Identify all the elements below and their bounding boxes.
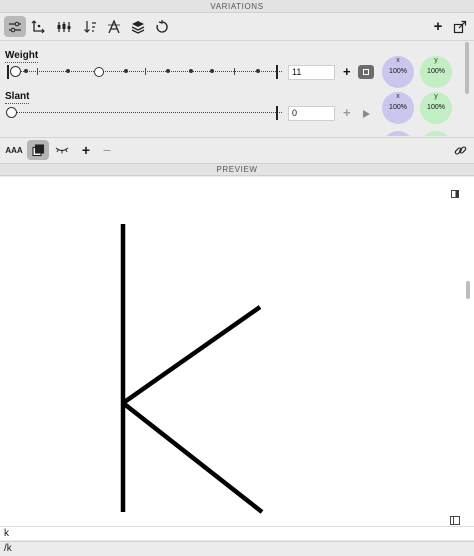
- slider-min-tick: [7, 65, 9, 79]
- link-icon[interactable]: [450, 140, 470, 160]
- add-button[interactable]: +: [78, 140, 94, 160]
- preview-title: PREVIEW: [0, 163, 474, 176]
- export-icon[interactable]: [449, 16, 471, 37]
- variations-scrollbar[interactable]: [465, 42, 469, 136]
- masters-icon[interactable]: [53, 16, 75, 37]
- weight-x-percent[interactable]: x 100%: [382, 56, 414, 88]
- preview-scrollbar[interactable]: [466, 281, 470, 299]
- instance-dot: [166, 69, 170, 73]
- glyph-preview: [120, 224, 264, 514]
- sidebar-toggle-icon[interactable]: [450, 512, 460, 526]
- third-axis-y-circle[interactable]: [420, 131, 452, 136]
- third-axis-x-circle[interactable]: [382, 131, 414, 136]
- instance-dot: [210, 69, 214, 73]
- slider-max-tick: [276, 65, 278, 79]
- play-icon[interactable]: [363, 110, 370, 118]
- add-button[interactable]: +: [427, 16, 449, 37]
- slider-knob[interactable]: [10, 66, 21, 77]
- y-axis-label: y: [434, 93, 438, 100]
- slant-value-input[interactable]: 0: [288, 106, 335, 121]
- instance-dot: [94, 67, 104, 77]
- axes-icon[interactable]: [27, 16, 49, 37]
- top-toolbar: +: [0, 13, 474, 41]
- x-axis-label: x: [396, 93, 400, 100]
- sort-icon[interactable]: [79, 16, 101, 37]
- y-axis-label: y: [434, 57, 438, 64]
- remove-button[interactable]: −: [99, 140, 115, 160]
- layers-icon[interactable]: [127, 16, 149, 37]
- weight-value-input[interactable]: 11: [288, 65, 335, 80]
- slider-knob[interactable]: [6, 107, 17, 118]
- variations-bottom-toolbar: AAA + −: [0, 137, 474, 161]
- glyph-name-input[interactable]: /k: [0, 541, 474, 556]
- window-title: VARIATIONS: [0, 0, 474, 13]
- stop-icon: [363, 69, 369, 75]
- overlay-icon[interactable]: [27, 140, 49, 160]
- x-axis-label: x: [396, 57, 400, 64]
- slant-slider[interactable]: [6, 106, 286, 120]
- master-tick: [234, 68, 235, 75]
- sliders-icon[interactable]: [4, 16, 26, 37]
- instance-dot: [189, 69, 193, 73]
- slant-x-percent[interactable]: x 100%: [382, 92, 414, 124]
- slider-max-tick: [276, 106, 278, 120]
- variations-panel: Weight 11 + x 100% y 100% Slant 0 + x 10…: [0, 42, 474, 136]
- text-size-button[interactable]: AAA: [4, 140, 24, 160]
- axis-name-weight: Weight: [5, 50, 39, 63]
- instance-dot: [24, 69, 28, 73]
- preview-area: [0, 177, 474, 526]
- reset-icon[interactable]: [151, 16, 173, 37]
- slant-y-percent[interactable]: y 100%: [420, 92, 452, 124]
- master-tick: [37, 68, 38, 75]
- instance-dot: [256, 69, 260, 73]
- weight-slider[interactable]: [6, 65, 286, 79]
- slider-track: [10, 71, 282, 72]
- axis-name-slant: Slant: [5, 91, 30, 104]
- slider-track: [10, 112, 282, 113]
- font-icon[interactable]: [103, 16, 125, 37]
- eye-closed-icon[interactable]: [52, 140, 72, 160]
- preview-text-input[interactable]: k: [0, 526, 474, 540]
- scrollbar-thumb[interactable]: [465, 42, 469, 94]
- weight-y-percent[interactable]: y 100%: [420, 56, 452, 88]
- stop-button[interactable]: [358, 65, 374, 79]
- instance-dot: [124, 69, 128, 73]
- add-instance-weight-button[interactable]: +: [343, 65, 351, 78]
- instance-dot: [66, 69, 70, 73]
- add-instance-slant-button[interactable]: +: [343, 106, 351, 119]
- master-tick: [145, 68, 146, 75]
